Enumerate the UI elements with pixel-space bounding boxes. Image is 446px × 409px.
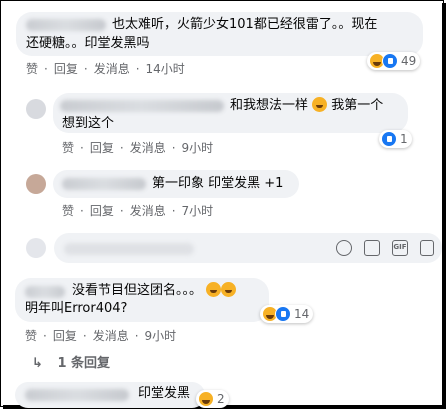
reaction-summary[interactable]: 14	[260, 305, 314, 323]
reaction-summary[interactable]: 49	[367, 52, 421, 70]
reply-link[interactable]: 回复	[54, 62, 78, 76]
like-icon	[381, 131, 397, 147]
comment-actions: 赞 · 回复 · 发消息 · 7小时	[62, 204, 214, 218]
comment-text: 第一印象 印堂发黑 +1	[152, 176, 284, 191]
like-link[interactable]: 赞	[62, 204, 74, 218]
blurred-username	[26, 19, 106, 31]
thinking-emoji-icon	[221, 282, 237, 297]
timestamp[interactable]: 9小时	[182, 141, 214, 155]
frame-shadow-right	[442, 3, 446, 409]
thinking-emoji-icon	[206, 282, 222, 297]
camera-icon[interactable]	[364, 240, 380, 256]
like-link[interactable]: 赞	[26, 62, 38, 76]
reaction-summary[interactable]: 2	[196, 390, 229, 408]
reply-link[interactable]: 回复	[53, 329, 77, 343]
timestamp[interactable]: 14小时	[146, 62, 185, 76]
rofl-emoji-icon	[312, 97, 328, 112]
message-link[interactable]: 发消息	[130, 141, 166, 155]
avatar[interactable]	[26, 174, 46, 194]
message-link[interactable]: 发消息	[130, 204, 166, 218]
comment-text: 明年叫Error404?	[25, 301, 128, 316]
blurred-placeholder	[64, 243, 194, 255]
reaction-summary[interactable]: 1	[379, 130, 412, 148]
like-icon	[275, 306, 291, 322]
comment-text: 还硬糖。。印堂发黑吗	[26, 36, 150, 51]
comment-actions: 赞 · 回复 · 发消息 · 14小时	[26, 62, 185, 76]
reply-link[interactable]: 回复	[90, 204, 114, 218]
message-link[interactable]: 发消息	[93, 329, 129, 343]
comment-text: 印堂发黑	[138, 386, 191, 401]
like-link[interactable]: 赞	[62, 141, 74, 155]
view-replies-label: 1 条回复	[57, 356, 111, 371]
sticker-icon[interactable]	[420, 240, 434, 256]
reaction-count: 2	[217, 392, 225, 406]
gif-icon[interactable]: GIF	[392, 240, 408, 256]
reaction-count: 14	[294, 307, 310, 321]
like-link[interactable]: 赞	[25, 329, 37, 343]
comment-text: 也太难听，火箭少女101都已经很雷了。。现在	[112, 17, 378, 32]
reaction-count: 1	[400, 132, 408, 146]
reaction-count: 49	[401, 54, 417, 68]
view-replies-link[interactable]: ↳ 1 条回复	[32, 352, 110, 371]
avatar[interactable]	[26, 99, 46, 119]
blurred-username	[62, 178, 146, 190]
message-link[interactable]: 发消息	[94, 62, 130, 76]
comment-text: 和我想法一样 我第一个	[230, 97, 384, 113]
reply-link[interactable]: 回复	[90, 141, 114, 155]
haha-icon	[198, 391, 214, 407]
comment-text: 想到这个	[62, 116, 115, 131]
comment-actions: 赞 · 回复 · 发消息 · 9小时	[62, 141, 214, 155]
like-icon	[382, 53, 398, 69]
timestamp[interactable]: 9小时	[145, 329, 177, 343]
reply-arrow-icon: ↳	[32, 356, 43, 371]
timestamp[interactable]: 7小时	[182, 204, 214, 218]
avatar	[26, 238, 46, 258]
blurred-username	[25, 389, 129, 401]
emoji-icon[interactable]	[336, 240, 352, 256]
blurred-username	[25, 286, 65, 298]
comment-text: 没看节目但这团名。。。	[72, 282, 237, 300]
comment-actions: 赞 · 回复 · 发消息 · 9小时	[25, 329, 177, 343]
blurred-username	[60, 100, 224, 112]
